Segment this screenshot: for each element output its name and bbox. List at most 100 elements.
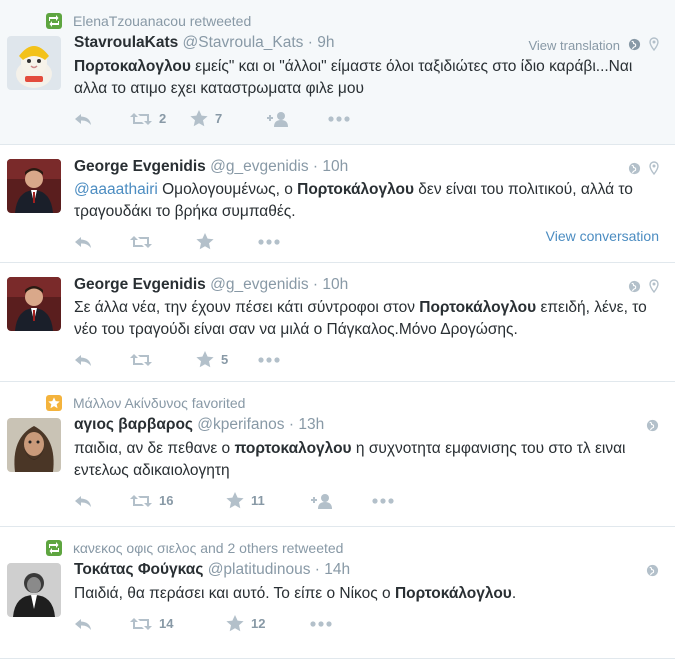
reply-icon [75, 236, 91, 248]
view-conversation-link[interactable]: View conversation [546, 228, 659, 244]
more-icon [372, 497, 394, 504]
separator-dot: · [314, 561, 320, 578]
more-button[interactable] [310, 620, 332, 627]
context-label[interactable]: Μάλλον Ακίνδυνος favorited [73, 395, 245, 411]
retweet-icon [130, 235, 152, 248]
timestamp[interactable]: 9h [317, 34, 334, 51]
follow-icon [311, 493, 332, 509]
favorite-button[interactable] [196, 233, 258, 250]
globe-icon[interactable] [628, 162, 641, 178]
tweet-context: κανεκος οφις σιελος and 2 others retweet… [46, 540, 343, 556]
retweet-icon [130, 617, 152, 630]
reply-button[interactable] [74, 494, 130, 508]
globe-icon[interactable] [646, 419, 659, 435]
tweet-actions [74, 233, 280, 250]
retweet-count: 2 [159, 111, 167, 126]
retweet-count: 14 [159, 616, 174, 631]
tweet-header: Τοκάτας Φούγκας @platitudinous · 14h [74, 561, 350, 579]
reply-icon [75, 618, 91, 630]
separator-dot: · [312, 158, 319, 175]
reply-button[interactable] [74, 617, 130, 631]
reply-button[interactable] [74, 112, 130, 126]
username[interactable]: @g_evgenidis [210, 276, 308, 293]
username[interactable]: @kperifanos [197, 416, 284, 433]
retweet-button[interactable] [130, 235, 196, 249]
tweet-actions: 14 12 [74, 615, 332, 632]
reply-button[interactable] [74, 353, 130, 367]
context-label[interactable]: ElenaTzouanacou retweeted [73, 13, 251, 29]
favorite-count: 7 [215, 111, 223, 126]
more-button[interactable] [328, 115, 350, 122]
tweet-tools [646, 419, 659, 435]
globe-icon[interactable] [628, 280, 641, 296]
follow-button[interactable] [310, 493, 372, 509]
timestamp[interactable]: 10h [322, 276, 348, 293]
star-icon [226, 615, 244, 632]
fullname[interactable]: George Evgenidis [74, 276, 206, 293]
location-pin-icon[interactable] [649, 279, 659, 296]
more-button[interactable] [258, 238, 280, 245]
tweet[interactable]: ElenaTzouanacou retweeted StavroulaKats … [0, 0, 675, 145]
tweet-actions: 5 [74, 351, 280, 368]
retweet-icon [130, 112, 152, 125]
fullname[interactable]: Τοκάτας Φούγκας [74, 561, 203, 578]
timestamp[interactable]: 10h [322, 158, 348, 175]
tweet-header: αγιος βαρβαρος @kperifanos · 13h [74, 416, 324, 434]
avatar[interactable] [7, 563, 61, 617]
tweet-context: Μάλλον Ακίνδυνος favorited [46, 395, 245, 411]
favorite-count: 11 [251, 493, 265, 508]
separator-dot: · [307, 34, 313, 51]
fullname[interactable]: George Evgenidis [74, 158, 206, 175]
tweet-text: Παιδιά, θα περάσει και αυτό. Το είπε ο Ν… [74, 585, 517, 602]
timestamp[interactable]: 13h [298, 416, 324, 433]
tweet[interactable]: George Evgenidis @g_evgenidis · 10h @aaa… [0, 145, 675, 263]
avatar[interactable] [7, 277, 61, 331]
follow-button[interactable] [266, 111, 328, 127]
username[interactable]: @Stavroula_Kats [183, 34, 304, 51]
more-button[interactable] [372, 497, 394, 504]
avatar[interactable] [7, 418, 61, 472]
globe-icon[interactable] [646, 564, 659, 580]
location-pin-icon[interactable] [649, 161, 659, 178]
retweet-icon [130, 494, 152, 507]
star-icon [196, 233, 214, 250]
retweet-button[interactable]: 14 [130, 616, 226, 631]
favorite-badge-icon [46, 395, 62, 411]
tweet[interactable]: κανεκος οφις σιελος and 2 others retweet… [0, 527, 675, 659]
reply-button[interactable] [74, 235, 130, 249]
globe-icon[interactable] [628, 38, 641, 54]
star-icon [196, 351, 214, 368]
timestamp[interactable]: 14h [324, 561, 350, 578]
location-pin-icon[interactable] [649, 37, 659, 54]
view-translation-link[interactable]: View translation [528, 38, 620, 53]
tweet-tools [646, 564, 659, 580]
avatar[interactable] [7, 159, 61, 213]
tweet-actions: 2 7 [74, 110, 350, 127]
tweet-header: StavroulaKats @Stavroula_Kats · 9h [74, 34, 334, 52]
username[interactable]: @g_evgenidis [210, 158, 308, 175]
tweet-text: Πορτοκαλογλου εμείς" και οι "άλλοι" είμα… [74, 58, 633, 97]
star-icon [190, 110, 208, 127]
username[interactable]: @platitudinous [208, 561, 311, 578]
context-label[interactable]: κανεκος οφις σιελος and 2 others retweet… [73, 540, 343, 556]
favorite-button[interactable]: 7 [190, 110, 266, 127]
favorite-button[interactable]: 11 [226, 492, 310, 509]
tweet-header: George Evgenidis @g_evgenidis · 10h [74, 158, 348, 176]
retweet-button[interactable]: 16 [130, 493, 226, 508]
more-icon [258, 238, 280, 245]
favorite-button[interactable]: 5 [196, 351, 258, 368]
retweet-button[interactable]: 2 [130, 111, 190, 126]
retweet-count: 16 [159, 493, 174, 508]
tweet[interactable]: Μάλλον Ακίνδυνος favorited αγιος βαρβαρο… [0, 382, 675, 527]
tweet[interactable]: George Evgenidis @g_evgenidis · 10h Σε ά… [0, 263, 675, 382]
fullname[interactable]: αγιος βαρβαρος [74, 416, 193, 433]
favorite-button[interactable]: 12 [226, 615, 310, 632]
retweet-button[interactable] [130, 353, 196, 367]
more-button[interactable] [258, 356, 280, 363]
retweet-icon [130, 353, 152, 366]
fullname[interactable]: StavroulaKats [74, 34, 178, 51]
reply-icon [75, 113, 91, 125]
tweet-header: George Evgenidis @g_evgenidis · 10h [74, 276, 348, 294]
separator-dot: · [288, 416, 295, 433]
avatar[interactable] [7, 36, 61, 90]
